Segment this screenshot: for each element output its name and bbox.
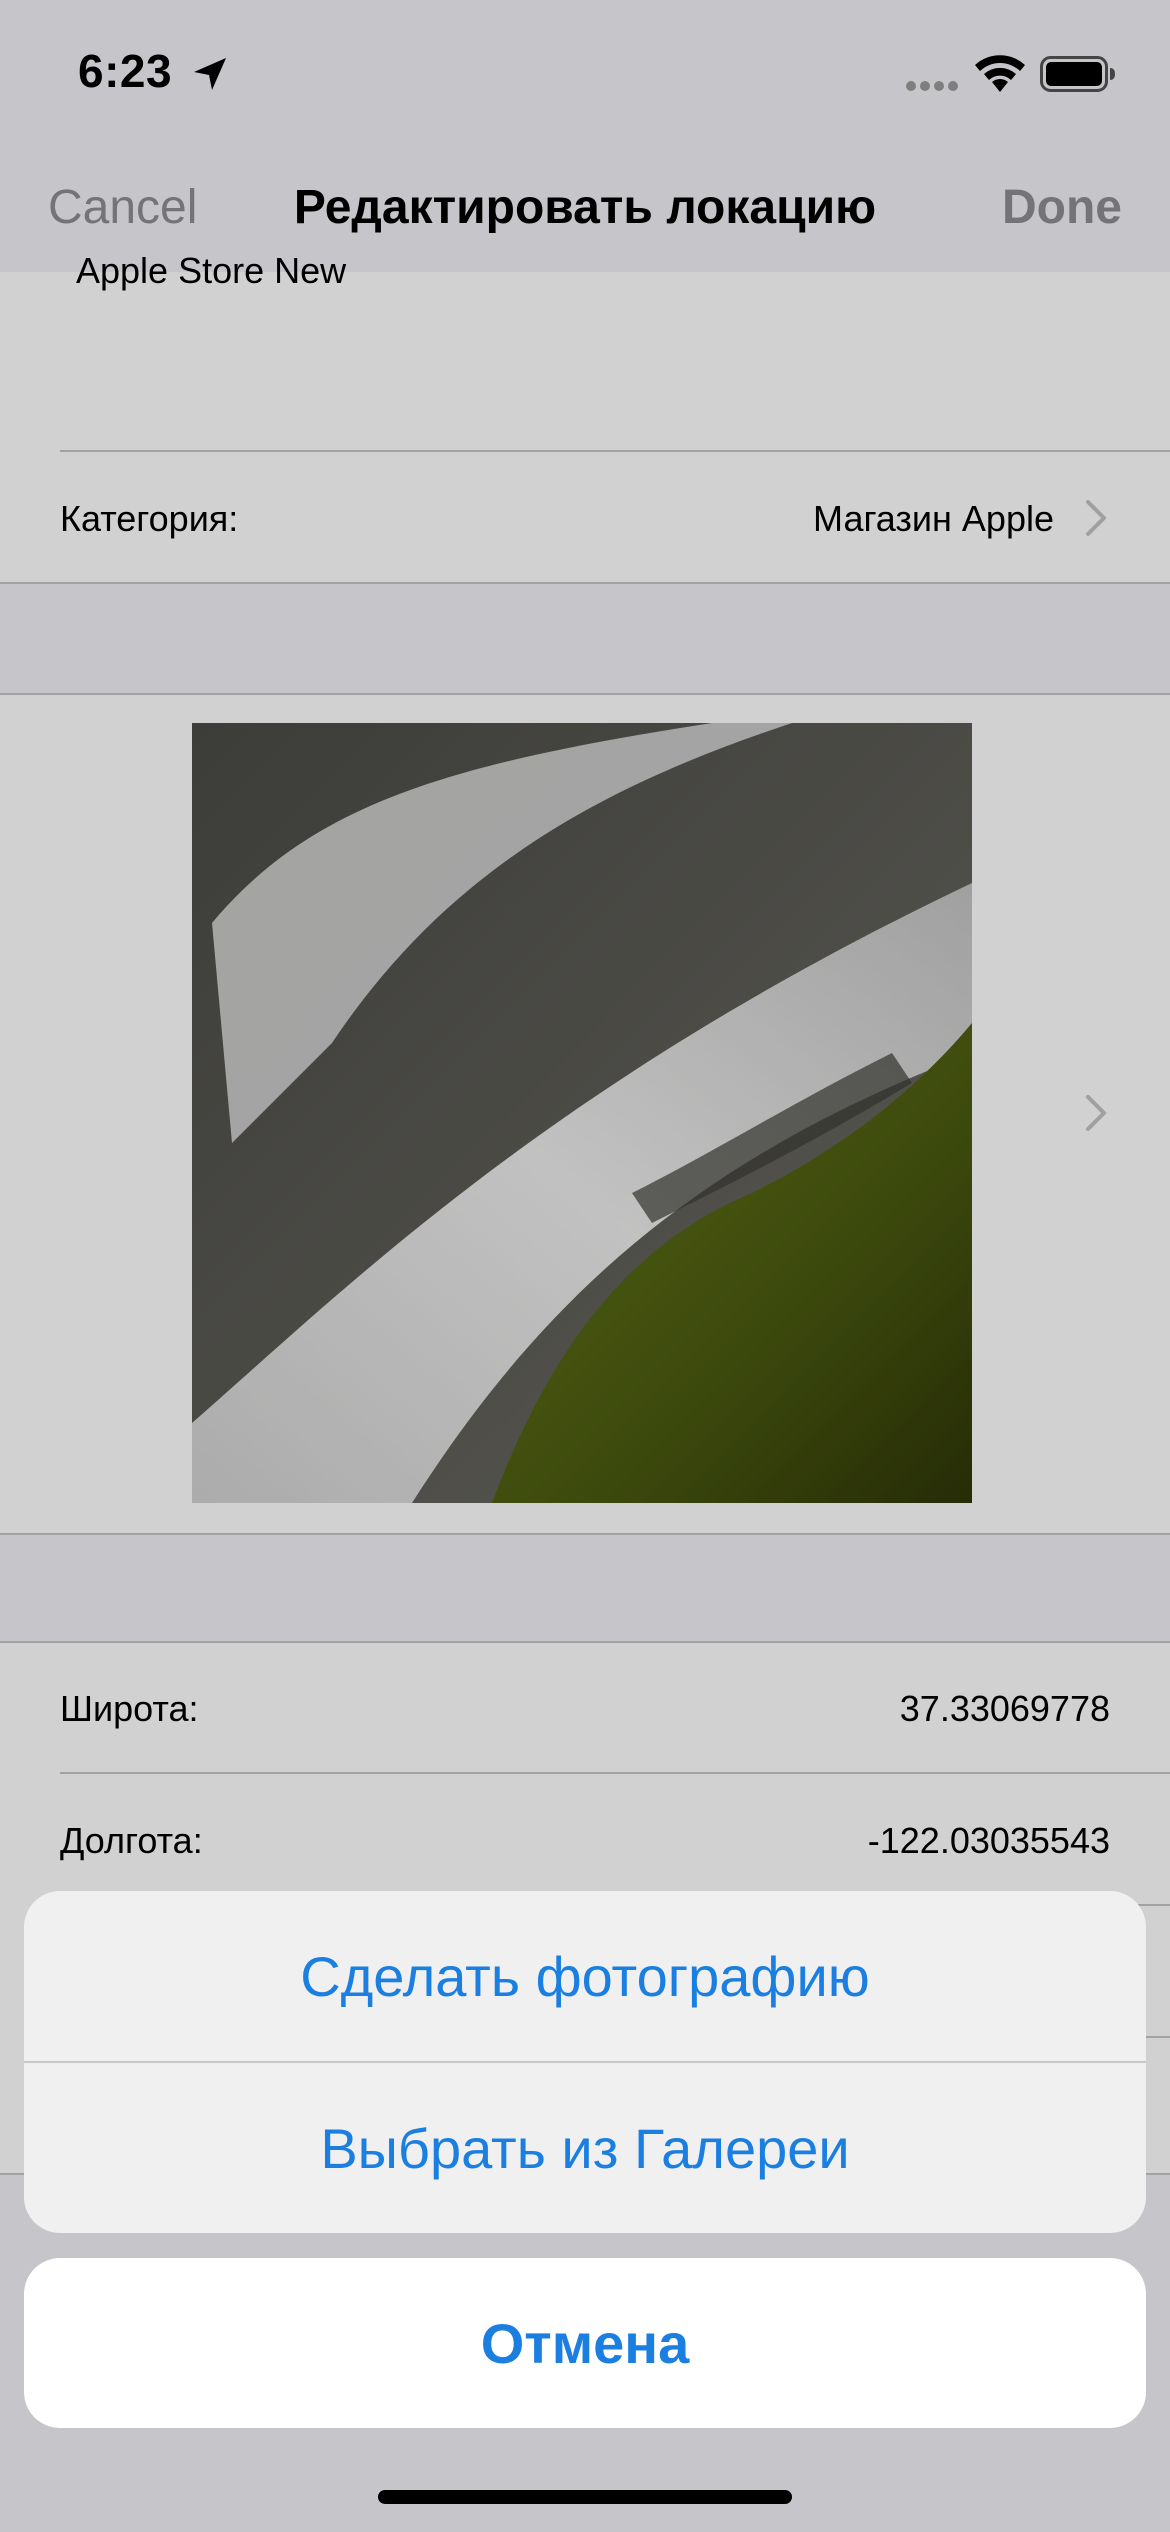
action-sheet: Сделать фотографию Выбрать из Галереи bbox=[24, 1891, 1146, 2233]
choose-from-gallery-button[interactable]: Выбрать из Галереи bbox=[24, 2063, 1146, 2233]
home-indicator[interactable] bbox=[378, 2490, 792, 2504]
action-sheet-cancel-button[interactable]: Отмена bbox=[24, 2258, 1146, 2428]
take-photo-button[interactable]: Сделать фотографию bbox=[24, 1891, 1146, 2061]
